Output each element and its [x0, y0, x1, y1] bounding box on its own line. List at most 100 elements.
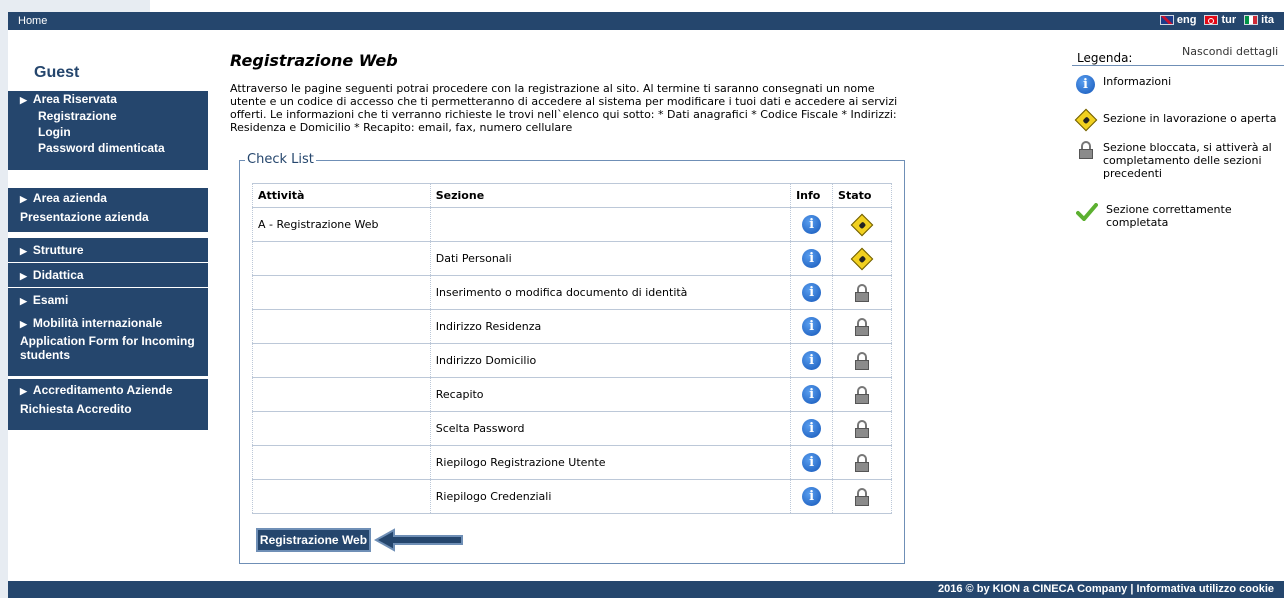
- table-row: Recapito i: [252, 377, 892, 412]
- sidebar-item-area-azienda[interactable]: ▶ Area azienda: [8, 188, 208, 209]
- cell-sezione: Scelta Password: [429, 411, 792, 446]
- cell-info: i: [790, 411, 834, 446]
- cell-sezione: Riepilogo Credenziali: [429, 479, 792, 514]
- sidebar-item-mobilita[interactable]: ▶ Mobilità internazionale: [8, 312, 208, 334]
- cell-info: i: [790, 343, 834, 378]
- cell-attivita: [252, 411, 431, 446]
- cell-stato: [832, 207, 892, 242]
- lock-icon: [854, 385, 870, 404]
- lang-eng-label: eng: [1176, 14, 1197, 26]
- lock-icon: [854, 351, 870, 370]
- cell-attivita: [252, 445, 431, 480]
- cell-sezione: Indirizzo Domicilio: [429, 343, 792, 378]
- work-in-progress-icon[interactable]: [850, 247, 874, 270]
- it-flag-icon: [1244, 15, 1259, 25]
- cell-info: i: [790, 377, 834, 412]
- sidebar-heading-label: Strutture: [32, 243, 84, 257]
- page-title: Registrazione Web: [230, 51, 398, 70]
- col-header-stato: Stato: [832, 183, 892, 208]
- legend-item-locked: Sezione bloccata, si attiverà al complet…: [1076, 141, 1284, 180]
- table-row: Riepilogo Credenziali i: [252, 479, 892, 514]
- cell-sezione: Recapito: [429, 377, 792, 412]
- sidebar-heading-label: Accreditamento Aziende: [32, 383, 173, 397]
- col-header-attivita: Attività: [252, 183, 431, 208]
- cell-stato: [832, 275, 892, 310]
- cell-attivita: [252, 377, 431, 412]
- info-icon: i: [1076, 75, 1095, 94]
- sidebar-item-registrazione[interactable]: Registrazione: [8, 108, 208, 124]
- checkmark-icon: [1076, 203, 1098, 221]
- sidebar-item-login[interactable]: Login: [8, 124, 208, 140]
- info-icon[interactable]: i: [802, 385, 822, 404]
- cell-attivita: [252, 309, 431, 344]
- legend-item-label: Sezione correttamente completata: [1106, 203, 1232, 229]
- lang-eng[interactable]: eng: [1159, 14, 1197, 26]
- footer: 2016 © by KION a CINECA Company | Inform…: [8, 581, 1284, 598]
- sidebar-item-didattica[interactable]: ▶ Didattica: [8, 263, 208, 287]
- caret-right-icon: ▶: [20, 386, 27, 396]
- info-icon[interactable]: i: [802, 453, 822, 472]
- sidebar-area-azienda: ▶ Area azienda Presentazione azienda: [8, 188, 208, 232]
- checklist-legend: Check List: [245, 152, 316, 167]
- table-row: A - Registrazione Web i: [252, 207, 892, 242]
- sidebar-mobilita: ▶ Mobilità internazionale Application For…: [8, 312, 208, 376]
- info-icon[interactable]: i: [802, 215, 822, 234]
- cell-info: i: [790, 445, 834, 480]
- lang-ita-label: ita: [1261, 14, 1274, 26]
- sidebar-heading-label: Didattica: [32, 268, 84, 282]
- sidebar-item-esami[interactable]: ▶ Esami: [8, 288, 208, 312]
- sidebar-item-richiesta-accredito[interactable]: Richiesta Accredito: [8, 401, 208, 417]
- sidebar-item-accreditamento[interactable]: ▶ Accreditamento Aziende: [8, 379, 208, 401]
- sidebar-item-presentazione-azienda[interactable]: Presentazione azienda: [8, 209, 208, 225]
- registrazione-web-button[interactable]: Registrazione Web: [256, 528, 371, 552]
- cell-attivita: A - Registrazione Web: [252, 207, 431, 242]
- home-link[interactable]: Home: [18, 15, 47, 27]
- info-icon[interactable]: i: [802, 487, 822, 506]
- work-in-progress-icon[interactable]: [850, 213, 874, 236]
- sidebar-heading-label: Esami: [32, 293, 69, 307]
- sidebar-item-password-dimenticata[interactable]: Password dimenticata: [8, 140, 208, 156]
- lang-tur[interactable]: tur: [1204, 14, 1236, 26]
- language-switcher: eng tur ita: [1159, 14, 1274, 26]
- cell-stato: [832, 309, 892, 344]
- info-icon[interactable]: i: [802, 317, 822, 336]
- hide-details-link[interactable]: Nascondi dettagli: [1182, 45, 1278, 58]
- col-header-sezione: Sezione: [429, 183, 792, 208]
- lock-icon: [854, 453, 870, 472]
- caret-right-icon: ▶: [20, 319, 27, 329]
- sidebar-area-riservata: ▶ Area Riservata Registrazione Login Pass…: [8, 91, 208, 170]
- table-row: Indirizzo Residenza i: [252, 309, 892, 344]
- cell-attivita: [252, 343, 431, 378]
- cell-stato: [832, 411, 892, 446]
- table-row: Riepilogo Registrazione Utente i: [252, 445, 892, 480]
- cell-info: i: [790, 479, 834, 514]
- cell-sezione: [429, 207, 792, 242]
- tr-flag-icon: [1204, 15, 1219, 25]
- sidebar-item-application-form[interactable]: Application Form for Incoming students: [8, 334, 208, 362]
- info-icon[interactable]: i: [802, 351, 822, 370]
- table-row: Dati Personali i: [252, 241, 892, 276]
- page-margin-strip: [0, 0, 150, 12]
- sidebar-item-strutture[interactable]: ▶ Strutture: [8, 238, 208, 262]
- top-bar: Home eng tur ita: [8, 12, 1284, 30]
- info-icon[interactable]: i: [802, 419, 822, 438]
- lock-icon: [854, 487, 870, 506]
- table-row: Inserimento o modifica documento di iden…: [252, 275, 892, 310]
- lock-icon: [1078, 141, 1094, 159]
- cell-info: i: [790, 241, 834, 276]
- cell-stato: [832, 479, 892, 514]
- cell-attivita: [252, 479, 431, 514]
- lang-ita[interactable]: ita: [1244, 14, 1274, 26]
- info-icon[interactable]: i: [802, 283, 822, 302]
- footer-text[interactable]: 2016 © by KION a CINECA Company | Inform…: [938, 583, 1274, 595]
- cell-attivita: [252, 275, 431, 310]
- sidebar-heading-label: Area Riservata: [32, 92, 117, 106]
- work-in-progress-icon: [1074, 108, 1097, 132]
- lock-icon: [854, 317, 870, 336]
- checklist-table: Attività Sezione Info Stato A - Registra…: [252, 183, 892, 514]
- cell-info: i: [790, 275, 834, 310]
- caret-right-icon: ▶: [20, 246, 27, 256]
- sidebar-item-area-riservata[interactable]: ▶ Area Riservata: [8, 91, 208, 108]
- lock-icon: [854, 283, 870, 302]
- info-icon[interactable]: i: [802, 249, 822, 268]
